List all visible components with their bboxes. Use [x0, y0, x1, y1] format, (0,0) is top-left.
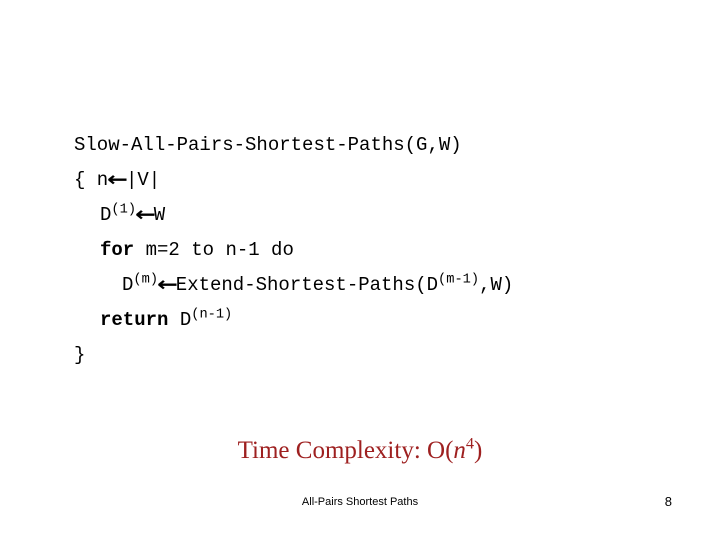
code-line-for-loop: for m=2 to n-1 do — [74, 233, 674, 268]
code-line-extend-call: D(m)←Extend-Shortest-Paths(D(m-1),W) — [122, 272, 514, 296]
extend-call-prefix: Extend-Shortest-Paths(D — [175, 274, 439, 296]
vertex-count-value: |V| — [125, 169, 161, 191]
complexity-close-paren: ) — [474, 437, 483, 464]
code-line-open-brace: { n←|V| — [74, 167, 161, 191]
extend-arg-superscript: (m-1) — [438, 272, 480, 288]
matrix-dm-superscript: (m) — [133, 272, 159, 288]
return-spacer — [168, 309, 179, 331]
matrix-dm-symbol: D — [122, 274, 134, 296]
return-value-symbol: D — [179, 309, 192, 331]
close-brace: } — [74, 344, 86, 366]
return-value-superscript: (n-1) — [191, 307, 233, 323]
matrix-d1-superscript: (1) — [111, 202, 137, 218]
extend-call-suffix: ,W) — [479, 274, 514, 296]
time-complexity-label: Time Complexity: O( — [237, 437, 454, 464]
pseudocode-block: Slow-All-Pairs-Shortest-Paths(G,W) { n←|… — [74, 128, 674, 373]
code-line-return: return D(n-1) — [74, 303, 674, 338]
for-keyword: for — [100, 239, 135, 261]
code-line-close-brace: } — [74, 338, 674, 373]
matrix-d-symbol: D — [100, 204, 112, 226]
for-loop-range — [134, 239, 145, 261]
complexity-exponent: 4 — [465, 434, 475, 453]
time-complexity-note: Time Complexity: O(n4) — [0, 434, 720, 465]
weight-matrix-symbol: W — [153, 204, 166, 226]
return-keyword: return — [100, 309, 169, 331]
page-number: 8 — [664, 494, 672, 509]
code-line-init-d1: D(1)←W — [100, 202, 166, 226]
procedure-signature: Slow-All-Pairs-Shortest-Paths(G,W) — [74, 134, 462, 156]
code-line-signature: Slow-All-Pairs-Shortest-Paths(G,W) — [74, 128, 674, 163]
for-loop-condition: m=2 to n-1 do — [145, 239, 294, 261]
complexity-variable: n — [453, 437, 466, 464]
open-brace-assign: { n — [74, 169, 109, 191]
footer-title: All-Pairs Shortest Paths — [301, 496, 419, 508]
